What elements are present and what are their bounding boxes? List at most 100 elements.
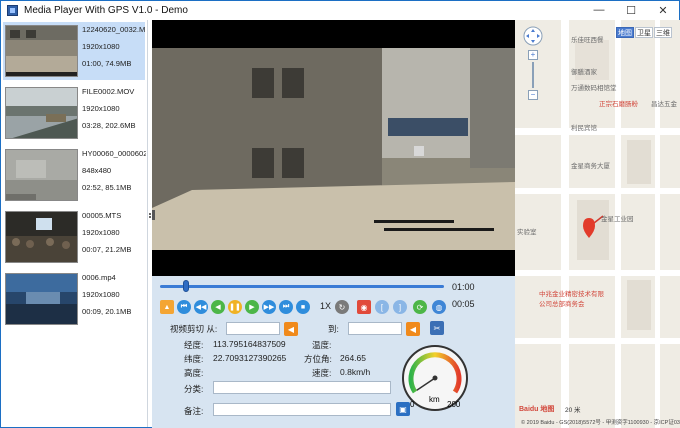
- file-item[interactable]: 00005.MTS 1920x1080 00:07, 21.2MB: [3, 208, 145, 266]
- mark-in-icon[interactable]: [: [375, 300, 389, 314]
- pan-control-icon[interactable]: [523, 26, 543, 46]
- map-scale: 20 米: [565, 407, 581, 414]
- prev-frame-button[interactable]: ◀: [211, 300, 225, 314]
- map-poi: 万通数码相馆堂: [571, 85, 617, 92]
- baidu-logo: Baidu 地图: [519, 406, 555, 413]
- video-thumbnail: [5, 87, 78, 139]
- latitude-label: 纬度:: [184, 354, 204, 364]
- file-name: 00005.MTS: [82, 212, 122, 220]
- mark-out-icon[interactable]: ]: [393, 300, 407, 314]
- map-poi: 正宗石磨肠粉: [599, 101, 638, 108]
- next-frame-button[interactable]: ▶: [245, 300, 259, 314]
- file-name: FILE0002.MOV: [82, 88, 135, 96]
- gauge-min-label: 0: [410, 400, 415, 409]
- file-item[interactable]: 0006.mp4 1920x1080 00:09, 20.1MB: [3, 270, 145, 328]
- map-poi: 金星工业园: [601, 216, 634, 223]
- map-type-map[interactable]: 地图: [616, 27, 634, 38]
- file-info: 01:00, 74.9MB: [82, 60, 132, 68]
- file-name: HY00060_0000602...: [82, 150, 146, 158]
- zoom-in-button[interactable]: +: [528, 50, 538, 60]
- video-thumbnail: [5, 25, 78, 77]
- map-poi: 实验室: [517, 229, 537, 236]
- globe-icon[interactable]: ◍: [432, 300, 446, 314]
- zoom-slider[interactable]: [532, 62, 534, 88]
- clip-from-input[interactable]: [226, 322, 280, 335]
- altitude-label: 高度:: [184, 368, 204, 378]
- file-name: 12240620_0032.MP4: [82, 26, 146, 34]
- heading-value: 264.65: [340, 353, 366, 363]
- pause-button[interactable]: ❚❚: [228, 300, 242, 314]
- window-controls: — ☐ ✕: [583, 1, 679, 19]
- speed-value: 0.8km/h: [340, 367, 371, 377]
- map-type-satellite[interactable]: 卫星: [635, 27, 653, 38]
- category-label: 分类:: [184, 384, 204, 394]
- file-info: 00:07, 21.2MB: [82, 246, 132, 254]
- map-poi: 中兆金业精密技术有限: [539, 291, 604, 298]
- rewind-button[interactable]: ◀◀: [194, 300, 208, 314]
- map-poi: 金星商务大厦: [571, 163, 610, 170]
- map-poi: 乐佳旺西餐: [571, 37, 604, 44]
- category-input[interactable]: [213, 381, 391, 394]
- seek-knob[interactable]: [182, 280, 189, 292]
- clip-label: 视频剪切 从:: [170, 324, 218, 334]
- file-item[interactable]: FILE0002.MOV 1920x1080 03:28, 202.6MB: [3, 84, 145, 142]
- cut-icon[interactable]: ✂: [430, 321, 444, 335]
- temperature-label: 温度:: [312, 340, 332, 350]
- heading-label: 方位角:: [304, 354, 332, 364]
- set-to-icon[interactable]: ◀: [406, 322, 420, 336]
- open-file-icon[interactable]: ▲: [160, 300, 174, 314]
- file-resolution: 1920x1080: [82, 291, 120, 299]
- playback-controls: ▲ ⏮ ◀◀ ◀ ❚❚ ▶ ▶▶ ⏭ ■: [160, 299, 313, 315]
- first-frame-button[interactable]: ⏮: [177, 300, 191, 314]
- splitter-grip[interactable]: [149, 213, 151, 221]
- refresh-icon[interactable]: ⟳: [413, 300, 427, 314]
- set-from-icon[interactable]: ◀: [284, 322, 298, 336]
- clip-to-label: 到:: [328, 324, 339, 334]
- app-window: Media Player With GPS V1.0 - Demo — ☐ ✕ …: [0, 0, 680, 428]
- video-display[interactable]: [152, 20, 515, 276]
- last-frame-button[interactable]: ⏭: [279, 300, 293, 314]
- longitude-label: 经度:: [184, 340, 204, 350]
- map-copyright: © 2019 Baidu - GS(2018)5572号 - 甲测资字11009…: [521, 420, 680, 426]
- zoom-out-button[interactable]: −: [528, 90, 538, 100]
- seek-bar[interactable]: [160, 285, 444, 288]
- maximize-button[interactable]: ☐: [615, 1, 647, 19]
- video-thumbnail: [5, 149, 78, 201]
- note-label: 备注:: [184, 406, 204, 416]
- file-item[interactable]: 12240620_0032.MP4 1920x1080 01:00, 74.9M…: [3, 22, 146, 80]
- speed-label: 1X: [320, 301, 332, 311]
- speed-text-label: 速度:: [312, 368, 332, 378]
- file-info: 00:09, 20.1MB: [82, 308, 132, 316]
- map-poi: 公司总部商务会: [539, 301, 585, 308]
- stop-button[interactable]: ■: [296, 300, 310, 314]
- file-item[interactable]: HY00060_0000602... 848x480 02:52, 85.1MB: [3, 146, 146, 204]
- file-name: 0006.mp4: [82, 274, 116, 282]
- app-icon: [7, 4, 18, 16]
- note-input[interactable]: [213, 403, 391, 416]
- file-resolution: 848x480: [82, 167, 112, 175]
- title-bar: Media Player With GPS V1.0 - Demo — ☐ ✕: [1, 1, 679, 19]
- file-resolution: 1920x1080: [82, 105, 120, 113]
- camera-icon[interactable]: ◉: [357, 300, 371, 314]
- video-thumbnail: [5, 211, 78, 263]
- window-title: Media Player With GPS V1.0 - Demo: [24, 4, 188, 16]
- file-resolution: 1920x1080: [82, 229, 120, 237]
- total-time: 00:05: [452, 299, 475, 309]
- minimize-button[interactable]: —: [583, 1, 615, 19]
- close-button[interactable]: ✕: [647, 1, 679, 19]
- gauge-max-label: 200: [447, 400, 461, 409]
- map-type-3d[interactable]: 三维: [654, 27, 672, 38]
- file-list: 12240620_0032.MP4 1920x1080 01:00, 74.9M…: [2, 20, 148, 427]
- clip-to-input[interactable]: [348, 322, 402, 335]
- map-poi: 利民宾馆: [571, 125, 597, 132]
- rotate-icon[interactable]: ↻: [335, 300, 349, 314]
- map-view[interactable]: 地图 卫星 三维 + − 乐佳旺西餐 御膳酒家 万通数码相馆堂 正宗石磨肠粉 昌…: [515, 20, 680, 428]
- file-info: 02:52, 85.1MB: [82, 184, 132, 192]
- current-time: 01:00: [452, 282, 475, 292]
- fast-forward-button[interactable]: ▶▶: [262, 300, 276, 314]
- map-poi: 御膳酒家: [571, 69, 597, 76]
- gauge-unit: km: [429, 395, 440, 404]
- longitude-value: 113.795164837509: [213, 339, 286, 349]
- latitude-value: 22.7093127390265: [213, 353, 287, 363]
- video-frame: [152, 20, 515, 276]
